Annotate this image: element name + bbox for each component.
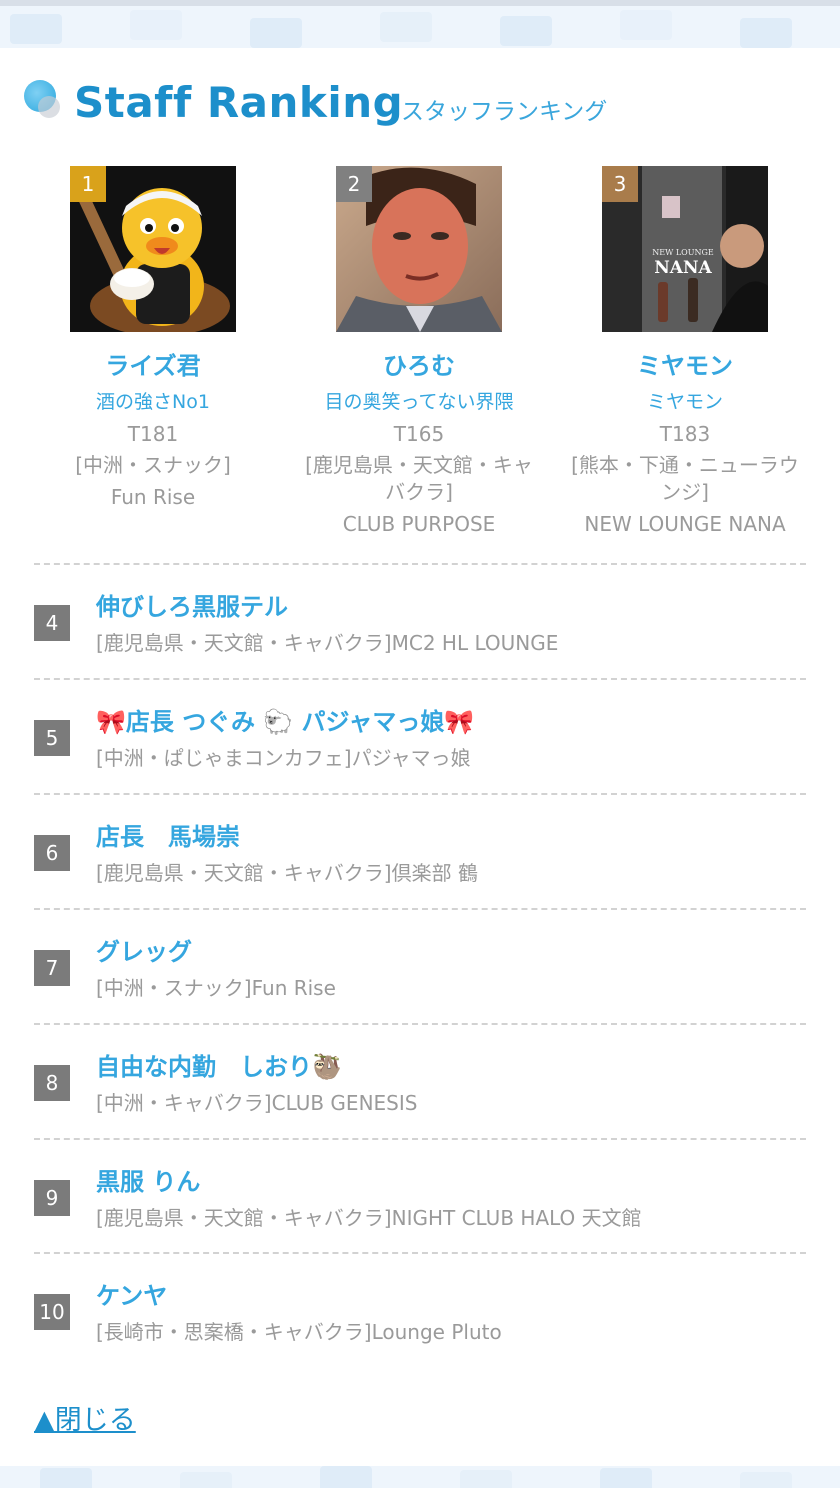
staff-shop-info: [鹿児島県・天文館・キャバクラ]倶楽部 鶴 [96, 861, 478, 885]
staff-name[interactable]: 🎀店長 つぐみ 🐑 パジャマっ娘🎀 [96, 702, 474, 737]
staff-catchphrase: ミヤモン [646, 391, 723, 413]
ranking-card-3[interactable]: 3 NEW LOUNGE NANA ミヤモン ミヤモン T183 [熊本・下通・… [552, 166, 818, 536]
staff-shop: Fun Rise [110, 485, 196, 509]
ranking-row-6[interactable]: 6 店長 馬場崇 [鹿児島県・天文館・キャバクラ]倶楽部 鶴 [34, 795, 806, 909]
staff-catchphrase: 酒の強さNo1 [96, 391, 210, 413]
ranking-card-2[interactable]: 2 ひろむ 目の奥笑ってない界隈 T165 [鹿児島県・天文館・キャバクラ] C… [286, 166, 552, 536]
rank-number: 6 [34, 835, 70, 871]
ranking-row-5[interactable]: 5 🎀店長 つぐみ 🐑 パジャマっ娘🎀 [中洲・ぱじゃまコンカフェ]パジャマっ娘 [34, 680, 806, 794]
staff-shop-info: [中洲・キャバクラ]CLUB GENESIS [96, 1091, 418, 1115]
staff-height: T165 [393, 422, 445, 446]
staff-photo[interactable]: 3 NEW LOUNGE NANA [602, 166, 768, 332]
staff-shop-info: [鹿児島県・天文館・キャバクラ]MC2 HL LOUNGE [96, 631, 559, 655]
staff-name[interactable]: グレッグ [96, 932, 192, 967]
rank-number: 8 [34, 1065, 70, 1101]
staff-area: [中洲・スナック] [75, 453, 231, 477]
staff-name[interactable]: ライズ君 [20, 346, 286, 381]
staff-shop-info: [長崎市・思案橋・キャバクラ]Lounge Pluto [96, 1320, 502, 1344]
rank-badge: 2 [336, 166, 372, 202]
staff-name[interactable]: ひろむ [286, 346, 552, 381]
photo-sign: NANA [654, 258, 712, 278]
ranking-row-4[interactable]: 4 伸びしろ黒服テル [鹿児島県・天文館・キャバクラ]MC2 HL LOUNGE [34, 565, 806, 679]
rank-number: 9 [34, 1180, 70, 1216]
rank-number: 4 [34, 605, 70, 641]
section-header: Staff Ranking スタッフランキング [24, 78, 814, 136]
mascot-photo[interactable]: 1 [70, 166, 236, 332]
bubble-small-icon [38, 96, 60, 118]
staff-name[interactable]: ケンヤ [96, 1276, 167, 1311]
rank-badge: 1 [70, 166, 106, 202]
close-link[interactable]: ▲閉じる [34, 1398, 136, 1437]
staff-shop: CLUB PURPOSE [342, 512, 496, 536]
staff-shop-info: [中洲・ぱじゃまコンカフェ]パジャマっ娘 [96, 746, 471, 770]
photo-sign-small: NEW LOUNGE [652, 248, 714, 257]
rank-number: 7 [34, 950, 70, 986]
staff-shop: NEW LOUNGE NANA [584, 512, 786, 536]
rank-badge: 3 [602, 166, 638, 202]
staff-shop-info: [中洲・スナック]Fun Rise [96, 976, 336, 1000]
staff-height: T181 [127, 422, 179, 446]
section-subtitle: スタッフランキング [401, 99, 608, 125]
rank-number: 10 [34, 1294, 70, 1330]
staff-name[interactable]: 自由な内勤 しおり🦥 [96, 1047, 342, 1082]
top-decorative-band [0, 0, 840, 48]
ranking-row-8[interactable]: 8 自由な内勤 しおり🦥 [中洲・キャバクラ]CLUB GENESIS [34, 1025, 806, 1139]
staff-name[interactable]: ミヤモン [552, 346, 818, 381]
staff-photo[interactable]: 2 [336, 166, 502, 332]
bottom-decorative-band [0, 1466, 840, 1488]
staff-height: T183 [659, 422, 711, 446]
ranking-row-7[interactable]: 7 グレッグ [中洲・スナック]Fun Rise [34, 910, 806, 1024]
top3-ranking: 1 ライズ君 酒の強さNo1 T181 [中洲・スナック] Fun Rise 2… [20, 166, 820, 546]
staff-area: [熊本・下通・ニューラウンジ] [571, 453, 799, 504]
ranking-row-10[interactable]: 10 ケンヤ [長崎市・思案橋・キャバクラ]Lounge Pluto [34, 1254, 806, 1368]
rank-number: 5 [34, 720, 70, 756]
staff-name[interactable]: 黒服 りん [96, 1162, 200, 1197]
ranking-row-9[interactable]: 9 黒服 りん [鹿児島県・天文館・キャバクラ]NIGHT CLUB HALO … [34, 1140, 806, 1254]
staff-area: [鹿児島県・天文館・キャバクラ] [305, 453, 533, 504]
staff-name[interactable]: 店長 馬場崇 [96, 817, 240, 852]
staff-name[interactable]: 伸びしろ黒服テル [96, 587, 288, 622]
section-title: Staff Ranking [74, 78, 404, 127]
staff-catchphrase: 目の奥笑ってない界隈 [324, 391, 514, 413]
staff-shop-info: [鹿児島県・天文館・キャバクラ]NIGHT CLUB HALO 天文館 [96, 1206, 642, 1230]
ranking-card-1[interactable]: 1 ライズ君 酒の強さNo1 T181 [中洲・スナック] Fun Rise [20, 166, 286, 509]
